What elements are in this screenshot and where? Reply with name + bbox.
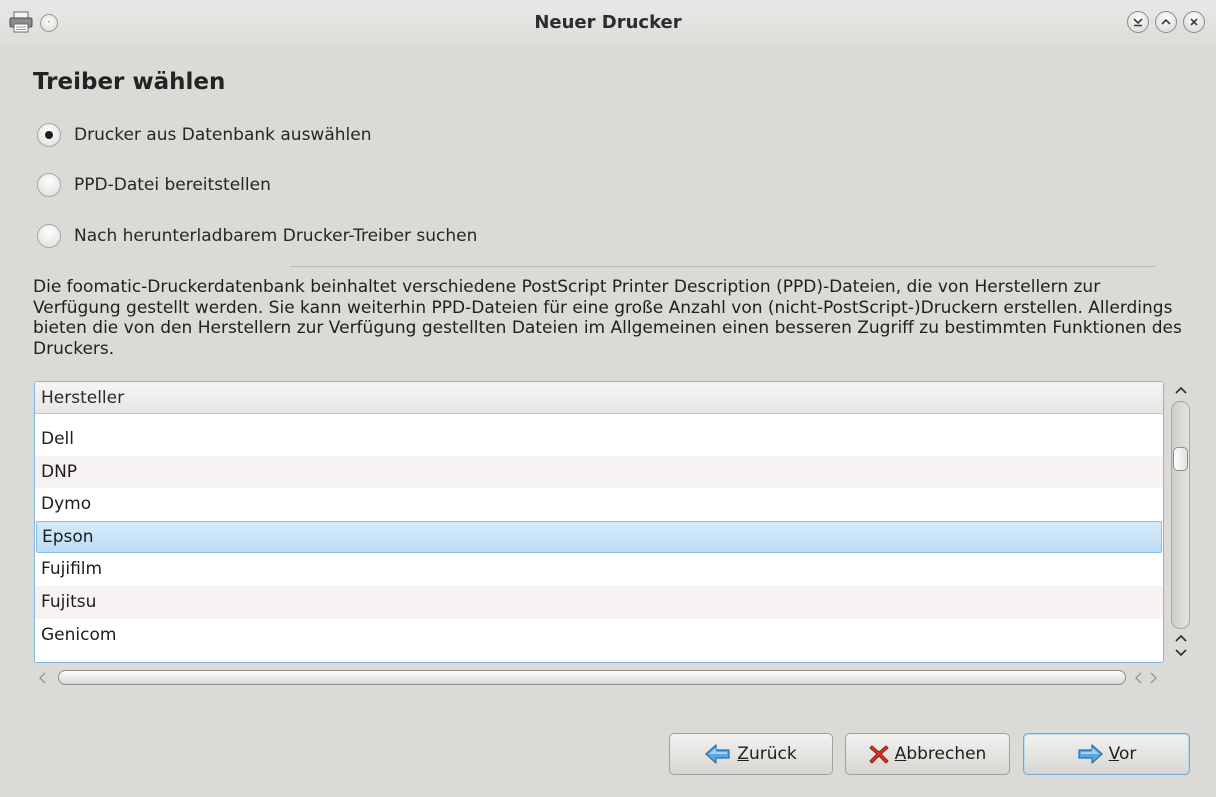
cancel-button-label: Abbrechen (894, 744, 987, 764)
chevron-left-icon (39, 672, 46, 684)
list-item[interactable]: Dell (35, 423, 1163, 456)
horizontal-scrollbar[interactable] (34, 668, 1164, 688)
maximize-button[interactable] (1155, 11, 1177, 33)
cancel-x-icon (869, 745, 889, 764)
radio-label: Drucker aus Datenbank auswählen (74, 125, 372, 145)
list-body: Dell DNP Dymo Epson Fujifilm Fujitsu Gen… (35, 423, 1163, 651)
description-text: Die foomatic-Druckerdatenbank beinhaltet… (33, 277, 1182, 359)
chevron-down-icon (1175, 649, 1187, 657)
scrollbar-thumb[interactable] (1173, 447, 1188, 471)
minimize-icon (1133, 18, 1143, 27)
cancel-button[interactable]: Abbrechen (845, 733, 1010, 775)
radio-label: PPD-Datei bereitstellen (74, 175, 271, 195)
vertical-scrollbar[interactable] (1169, 381, 1193, 663)
maximize-icon (1161, 18, 1171, 25)
list-item[interactable]: DNP (35, 455, 1163, 489)
radio-selected-dot (45, 131, 53, 139)
radio-label: Nach herunterladbarem Drucker-Treiber su… (74, 226, 478, 246)
printer-wizard-window: · Neuer Drucker Treiber wählen Drucker a… (0, 0, 1216, 797)
page-title: Treiber wählen (33, 69, 226, 95)
radio-option-ppd-file[interactable]: PPD-Datei bereitstellen (37, 171, 271, 199)
scroll-left-button[interactable] (34, 670, 50, 686)
list-item[interactable]: Fujifilm (35, 553, 1163, 586)
back-button[interactable]: Zurück (669, 733, 833, 775)
list-item[interactable]: Fujitsu (35, 585, 1163, 619)
radio-button[interactable] (37, 224, 61, 248)
scroll-right-button[interactable] (1146, 670, 1162, 686)
column-header-label: Hersteller (41, 388, 125, 408)
next-button[interactable]: Vor (1023, 733, 1190, 775)
scroll-up-button[interactable] (1172, 383, 1190, 397)
minimize-button[interactable] (1127, 11, 1149, 33)
radio-button[interactable] (37, 173, 61, 197)
chevron-up-icon (1175, 634, 1187, 642)
chevron-left-icon (1135, 672, 1142, 684)
scroll-up-button-lower[interactable] (1172, 631, 1190, 645)
arrow-right-icon (1078, 744, 1103, 764)
list-item[interactable]: Dymo (35, 488, 1163, 521)
scrollbar-thumb-horizontal[interactable] (58, 670, 1126, 685)
arrow-left-icon (705, 744, 730, 764)
close-button[interactable] (1183, 11, 1205, 33)
list-item-selected[interactable]: Epson (36, 520, 1162, 554)
chevron-right-icon (1150, 672, 1157, 684)
window-title: Neuer Drucker (534, 12, 682, 33)
radio-option-database[interactable]: Drucker aus Datenbank auswählen (37, 121, 371, 149)
column-header-manufacturer[interactable]: Hersteller (35, 382, 1163, 414)
manufacturer-list[interactable]: Hersteller Dell DNP Dymo Epson Fujifilm … (34, 381, 1164, 663)
list-item[interactable]: Genicom (35, 619, 1163, 652)
close-icon (1190, 18, 1198, 26)
separator (290, 266, 1156, 267)
chevron-up-icon (1175, 386, 1187, 394)
scroll-left-button-right[interactable] (1130, 670, 1146, 686)
next-button-label: Vor (1108, 744, 1137, 764)
scroll-down-button[interactable] (1172, 646, 1190, 660)
radio-option-download-driver[interactable]: Nach herunterladbarem Drucker-Treiber su… (37, 222, 477, 250)
title-bar[interactable]: · Neuer Drucker (0, 0, 1216, 46)
radio-button[interactable] (37, 123, 61, 147)
back-button-label: Zurück (737, 744, 797, 764)
scrollbar-track[interactable] (1171, 401, 1190, 629)
